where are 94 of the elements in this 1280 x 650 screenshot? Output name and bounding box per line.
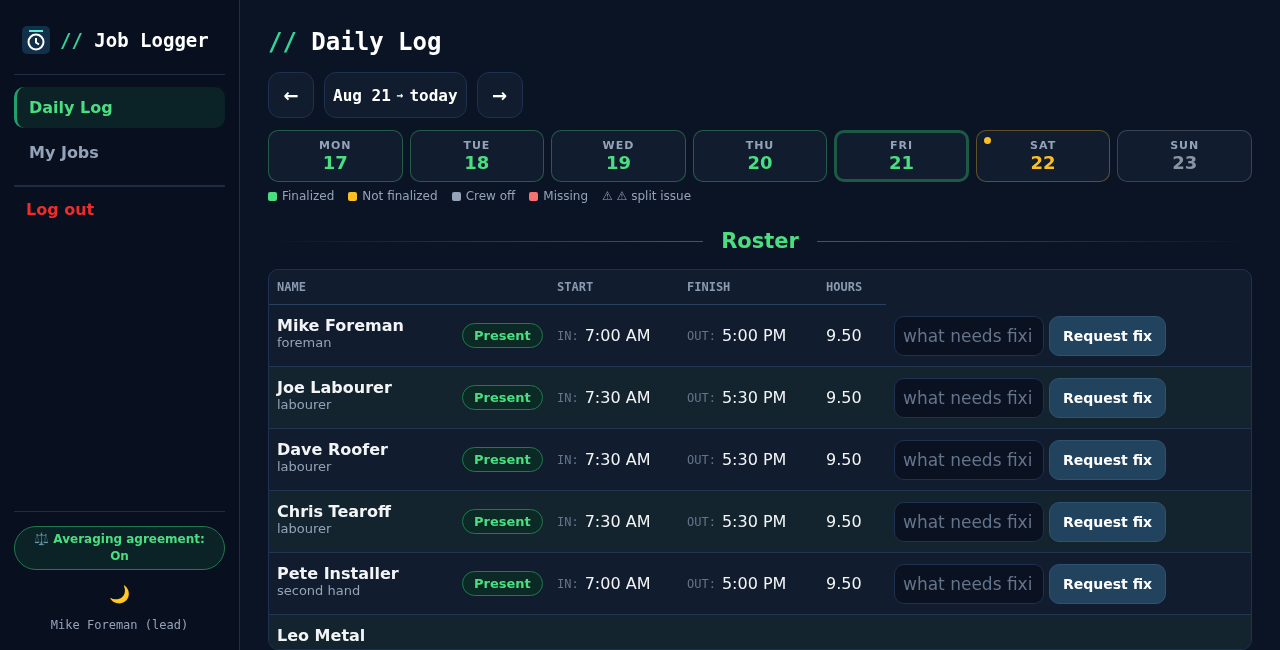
- weekday-label: WED: [602, 139, 635, 152]
- weekday-label: FRI: [890, 139, 914, 152]
- fix-note-field[interactable]: what needs fixi: [894, 501, 1044, 542]
- hours-value: 9.50: [826, 326, 862, 345]
- column-header: START: [549, 270, 679, 305]
- fix-note-field[interactable]: what needs fixi: [894, 377, 1044, 418]
- start-time: 7:00 AM: [584, 326, 651, 345]
- in-label: IN:: [557, 576, 579, 591]
- finish-time: 5:00 PM: [721, 326, 787, 345]
- fix-note-field[interactable]: what needs fixi: [894, 315, 1044, 356]
- day-tile[interactable]: TUE 18: [409, 130, 545, 182]
- start-time: 7:00 AM: [584, 574, 651, 593]
- legend-label: Not finalized: [362, 189, 438, 203]
- worker-name: Pete Installer: [277, 564, 399, 583]
- agreement-badge: ⚖ Averaging agreement: On: [14, 526, 225, 570]
- theme-toggle[interactable]: 🌙: [109, 584, 130, 604]
- day-number: 17: [322, 152, 348, 173]
- status-badge: Present: [462, 509, 543, 534]
- finish-time: 5:00 PM: [721, 574, 787, 593]
- out-label: OUT:: [687, 514, 716, 529]
- day-number: 22: [1030, 152, 1056, 173]
- nav-item[interactable]: My Jobs: [14, 132, 225, 173]
- status-badge: Present: [462, 385, 543, 410]
- worker-role: labourer: [277, 521, 332, 536]
- finish-time: 5:30 PM: [721, 388, 787, 407]
- day-tile[interactable]: SAT 22: [975, 130, 1111, 182]
- start-time: 7:30 AM: [584, 512, 651, 531]
- finish-time: 5:30 PM: [721, 512, 787, 531]
- day-number: 21: [889, 152, 915, 173]
- out-label: OUT:: [687, 328, 716, 343]
- day-number: 18: [464, 152, 490, 173]
- previous-button[interactable]: ←: [268, 72, 314, 118]
- weekday-label: THU: [745, 139, 775, 152]
- request-fix-button[interactable]: Request fix: [1049, 501, 1167, 542]
- fix-note-field[interactable]: what needs fixi: [894, 439, 1044, 480]
- section-title: Roster: [721, 229, 799, 253]
- page-title: // Daily Log: [268, 28, 443, 56]
- day-tile[interactable]: FRI 21: [834, 130, 969, 182]
- day-tile[interactable]: MON 17: [268, 130, 403, 182]
- fix-note-field[interactable]: what needs fixi: [894, 563, 1044, 604]
- column-header: HOURS: [818, 270, 886, 305]
- worker-name: Dave Roofer: [277, 440, 388, 459]
- worker-role: labourer: [277, 459, 332, 474]
- status-badge: Present: [462, 323, 543, 348]
- status-badge: Present: [462, 447, 543, 472]
- worker-role: labourer: [277, 397, 332, 412]
- in-label: IN:: [557, 452, 579, 467]
- hours-value: 9.50: [826, 450, 862, 469]
- in-label: IN:: [557, 514, 579, 529]
- clock-icon: [22, 26, 50, 54]
- worker-name: Leo Metal: [277, 626, 366, 645]
- weekday-label: TUE: [463, 139, 491, 152]
- next-button[interactable]: →: [476, 72, 523, 118]
- status-badge: Present: [462, 571, 543, 596]
- out-label: OUT:: [687, 576, 716, 591]
- weekday-label: SAT: [1030, 139, 1057, 152]
- in-label: IN:: [557, 328, 579, 343]
- day-number: 19: [605, 152, 631, 173]
- weekday-label: SUN: [1170, 139, 1200, 152]
- request-fix-button[interactable]: Request fix: [1049, 315, 1167, 356]
- out-label: OUT:: [687, 390, 716, 405]
- hours-value: 9.50: [826, 512, 862, 531]
- request-fix-button[interactable]: Request fix: [1049, 439, 1167, 480]
- legend-label: ⚠ ⚠ split issue: [602, 189, 692, 203]
- legend-label: Crew off: [465, 189, 516, 203]
- logout-link[interactable]: Log out: [14, 187, 225, 232]
- day-tile[interactable]: WED 19: [551, 130, 686, 182]
- app-title: // Job Logger: [60, 29, 209, 51]
- legend-label: Missing: [543, 189, 589, 203]
- request-fix-button[interactable]: Request fix: [1049, 563, 1167, 604]
- day-tile[interactable]: SUN 23: [1117, 130, 1252, 182]
- start-time: 7:30 AM: [584, 450, 651, 469]
- in-label: IN:: [557, 390, 579, 405]
- date-range-button[interactable]: Aug 21 → today: [324, 72, 467, 118]
- day-number: 20: [747, 152, 773, 173]
- day-tile[interactable]: THU 20: [692, 130, 828, 182]
- nav-item[interactable]: Daily Log: [14, 87, 225, 128]
- worker-name: Joe Labourer: [277, 378, 392, 397]
- finish-time: 5:30 PM: [721, 450, 787, 469]
- request-fix-button[interactable]: Request fix: [1049, 377, 1167, 418]
- worker-name: Mike Foreman: [277, 316, 404, 335]
- day-number: 23: [1172, 152, 1198, 173]
- worker-role: foreman: [277, 335, 332, 350]
- start-time: 7:30 AM: [584, 388, 651, 407]
- hours-value: 9.50: [826, 388, 862, 407]
- worker-name: Chris Tearoff: [277, 502, 391, 521]
- worker-role: second hand: [277, 583, 361, 598]
- column-header: NAME: [269, 270, 454, 305]
- weekday-label: MON: [319, 139, 352, 152]
- legend-label: Finalized: [282, 189, 335, 203]
- hours-value: 9.50: [826, 574, 862, 593]
- column-header: FINISH: [679, 270, 818, 305]
- out-label: OUT:: [687, 452, 716, 467]
- user-name: Mike Foreman (lead): [50, 618, 189, 632]
